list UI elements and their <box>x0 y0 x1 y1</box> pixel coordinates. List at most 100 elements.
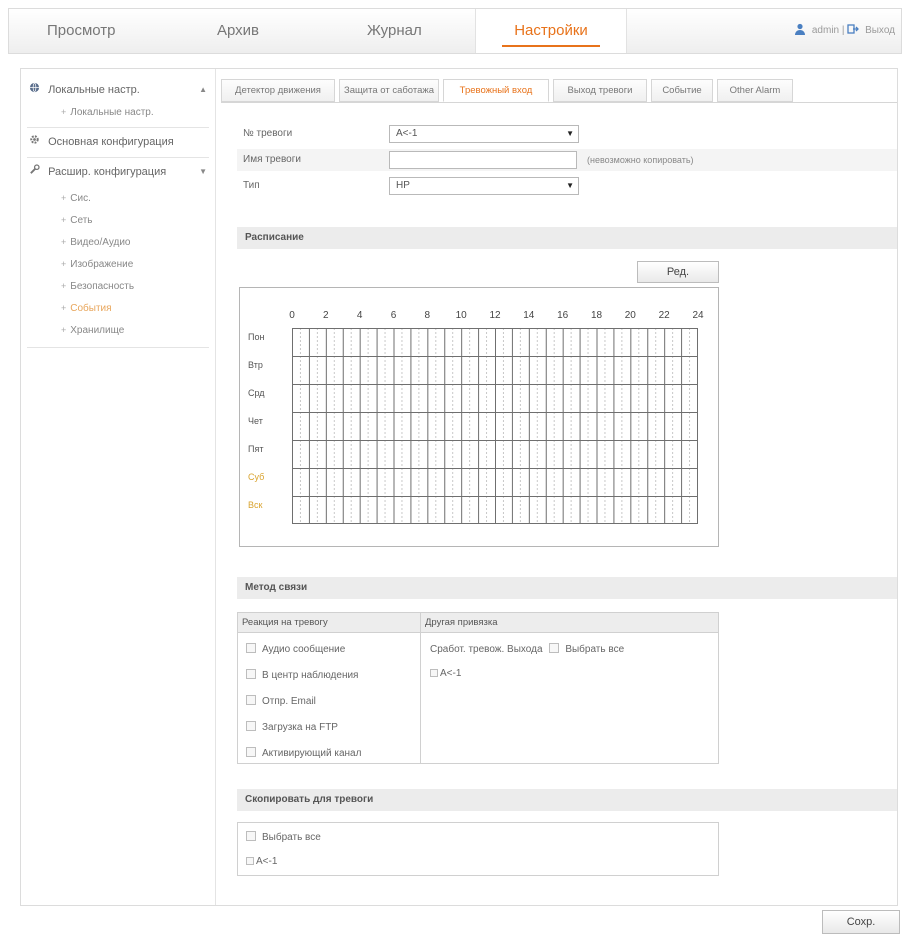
sidebar: Локальные настр. ▲ Локальные настр. Осно… <box>21 69 213 359</box>
tab-alarm-input[interactable]: Тревожный вход <box>443 79 549 102</box>
sidebar-divider <box>27 347 209 348</box>
schedule-grid[interactable]: 0 2 4 6 8 10 12 14 16 18 20 22 24 Пон Вт… <box>239 287 719 547</box>
checkbox-box[interactable] <box>246 721 256 731</box>
hour-tick: 14 <box>523 310 535 321</box>
day-label-sun: Вск <box>248 500 263 510</box>
checkbox-box[interactable] <box>246 643 256 653</box>
send-email-label: Отпр. Email <box>262 696 316 707</box>
hour-tick: 6 <box>390 310 397 321</box>
checkbox-box[interactable] <box>246 695 256 705</box>
schedule-grid-lines[interactable] <box>292 328 698 524</box>
trigger-output-row: Сработ. тревож. Выхода Выбрать все <box>430 643 624 657</box>
tab-event[interactable]: Событие <box>651 79 713 102</box>
sidebar-basic-label: Основная конфигурация <box>48 136 174 148</box>
logout-icon <box>847 11 860 34</box>
hour-tick: 2 <box>323 310 329 321</box>
send-email-checkbox[interactable]: Отпр. Email <box>246 695 316 709</box>
type-value: НР <box>396 180 410 191</box>
sidebar-divider <box>27 157 209 158</box>
nav-log[interactable]: Журнал <box>367 9 437 53</box>
day-label-thu: Чет <box>248 416 263 426</box>
alarm-number-row: № тревоги A<-1 ▼ <box>237 123 897 145</box>
main-frame: Локальные настр. ▲ Локальные настр. Осно… <box>20 68 898 906</box>
day-label-fri: Пят <box>248 444 264 454</box>
dropdown-arrow-icon: ▼ <box>566 129 574 138</box>
user-icon <box>794 11 806 35</box>
upload-ftp-label: Загрузка на FTP <box>262 722 338 733</box>
audio-warning-checkbox[interactable]: Аудио сообщение <box>246 643 345 657</box>
select-all-outputs-checkbox[interactable] <box>549 643 560 653</box>
alarm-number-select[interactable]: A<-1 ▼ <box>389 125 579 143</box>
nav-settings[interactable]: Настройки <box>475 9 627 53</box>
copy-a1-checkbox[interactable]: A<-1 <box>246 855 277 869</box>
collapse-arrow-icon[interactable]: ▲ <box>199 79 207 101</box>
checkbox-box[interactable] <box>246 857 254 865</box>
schedule-section-header: Расписание <box>237 227 897 249</box>
sidebar-item-security[interactable]: Безопасность <box>61 275 209 297</box>
nav-preview[interactable]: Просмотр <box>47 9 137 53</box>
hour-tick: 0 <box>289 310 295 321</box>
type-select[interactable]: НР ▼ <box>389 177 579 195</box>
sidebar-advanced-config[interactable]: Расшир. конфигурация ▼ <box>27 161 209 183</box>
logout-link[interactable]: Выход <box>865 25 895 36</box>
checkbox-box[interactable] <box>246 831 256 841</box>
sidebar-local-label: Локальные настр. <box>48 84 140 96</box>
tab-underline <box>221 102 897 103</box>
sidebar-item-image[interactable]: Изображение <box>61 253 209 275</box>
sidebar-item-local-config[interactable]: Локальные настр. <box>61 101 209 123</box>
copy-a1-label: A<-1 <box>256 856 278 867</box>
trigger-channel-checkbox[interactable]: Активирующий канал <box>246 747 361 761</box>
expand-arrow-icon[interactable]: ▼ <box>199 161 207 183</box>
upload-ftp-checkbox[interactable]: Загрузка на FTP <box>246 721 338 735</box>
other-linkage-header: Другая привязка <box>421 613 718 633</box>
hour-tick: 20 <box>624 310 636 321</box>
hour-tick: 24 <box>692 310 704 321</box>
nav-archive[interactable]: Архив <box>217 9 277 53</box>
hour-tick: 12 <box>489 310 501 321</box>
checkbox-box[interactable] <box>246 747 256 757</box>
copy-alarm-section-header: Скопировать для тревоги <box>237 789 897 811</box>
hour-tick: 16 <box>557 310 569 321</box>
dropdown-arrow-icon: ▼ <box>566 181 574 190</box>
hour-tick: 4 <box>356 310 363 321</box>
copy-select-all-label: Выбрать все <box>262 832 321 843</box>
checkbox-box[interactable] <box>430 669 438 677</box>
alarm-name-label: Имя тревоги <box>243 154 301 165</box>
type-row: Тип НР ▼ <box>237 175 897 197</box>
tab-alarm-output[interactable]: Выход тревоги <box>553 79 647 102</box>
tab-other-alarm[interactable]: Other Alarm <box>717 79 793 102</box>
checkbox-box[interactable] <box>246 669 256 679</box>
user-box: admin | Выход <box>794 9 895 53</box>
output-a1-checkbox[interactable]: A<-1 <box>430 667 461 681</box>
gear-icon <box>27 131 41 153</box>
linkage-table: Реакция на тревогу Другая привязка Аудио… <box>237 612 719 764</box>
sidebar-basic-config[interactable]: Основная конфигурация <box>27 131 209 153</box>
tab-motion-detection[interactable]: Детектор движения <box>221 79 335 102</box>
username[interactable]: admin <box>812 25 839 36</box>
type-label: Тип <box>243 180 260 191</box>
sidebar-item-events[interactable]: События <box>61 297 209 319</box>
sidebar-item-network[interactable]: Сеть <box>61 209 209 231</box>
linkage-section-header: Метод связи <box>237 577 897 599</box>
alarm-name-hint: (невозможно копировать) <box>587 155 694 165</box>
day-label-tue: Втр <box>248 360 263 370</box>
linkage-divider <box>420 613 421 763</box>
sidebar-border <box>215 69 216 905</box>
select-all-outputs-label: Выбрать все <box>565 644 625 655</box>
alarm-name-input[interactable] <box>389 151 577 169</box>
copy-select-all-checkbox[interactable]: Выбрать все <box>246 831 321 845</box>
save-button[interactable]: Сохр. <box>822 910 900 934</box>
sidebar-item-storage[interactable]: Хранилище <box>61 319 209 341</box>
alarm-name-row: Имя тревоги (невозможно копировать) <box>237 149 897 171</box>
sidebar-item-system[interactable]: Сис. <box>61 187 209 209</box>
globe-icon <box>27 79 41 101</box>
sidebar-local-config[interactable]: Локальные настр. ▲ <box>27 79 209 101</box>
notify-center-label: В центр наблюдения <box>262 670 359 681</box>
notify-center-checkbox[interactable]: В центр наблюдения <box>246 669 358 683</box>
hour-tick: 18 <box>590 310 603 321</box>
sidebar-divider <box>27 127 209 128</box>
tab-tamper-protection[interactable]: Защита от саботажа <box>339 79 439 102</box>
edit-schedule-button[interactable]: Ред. <box>637 261 719 283</box>
sidebar-item-video-audio[interactable]: Видео/Аудио <box>61 231 209 253</box>
alarm-number-value: A<-1 <box>396 128 418 139</box>
